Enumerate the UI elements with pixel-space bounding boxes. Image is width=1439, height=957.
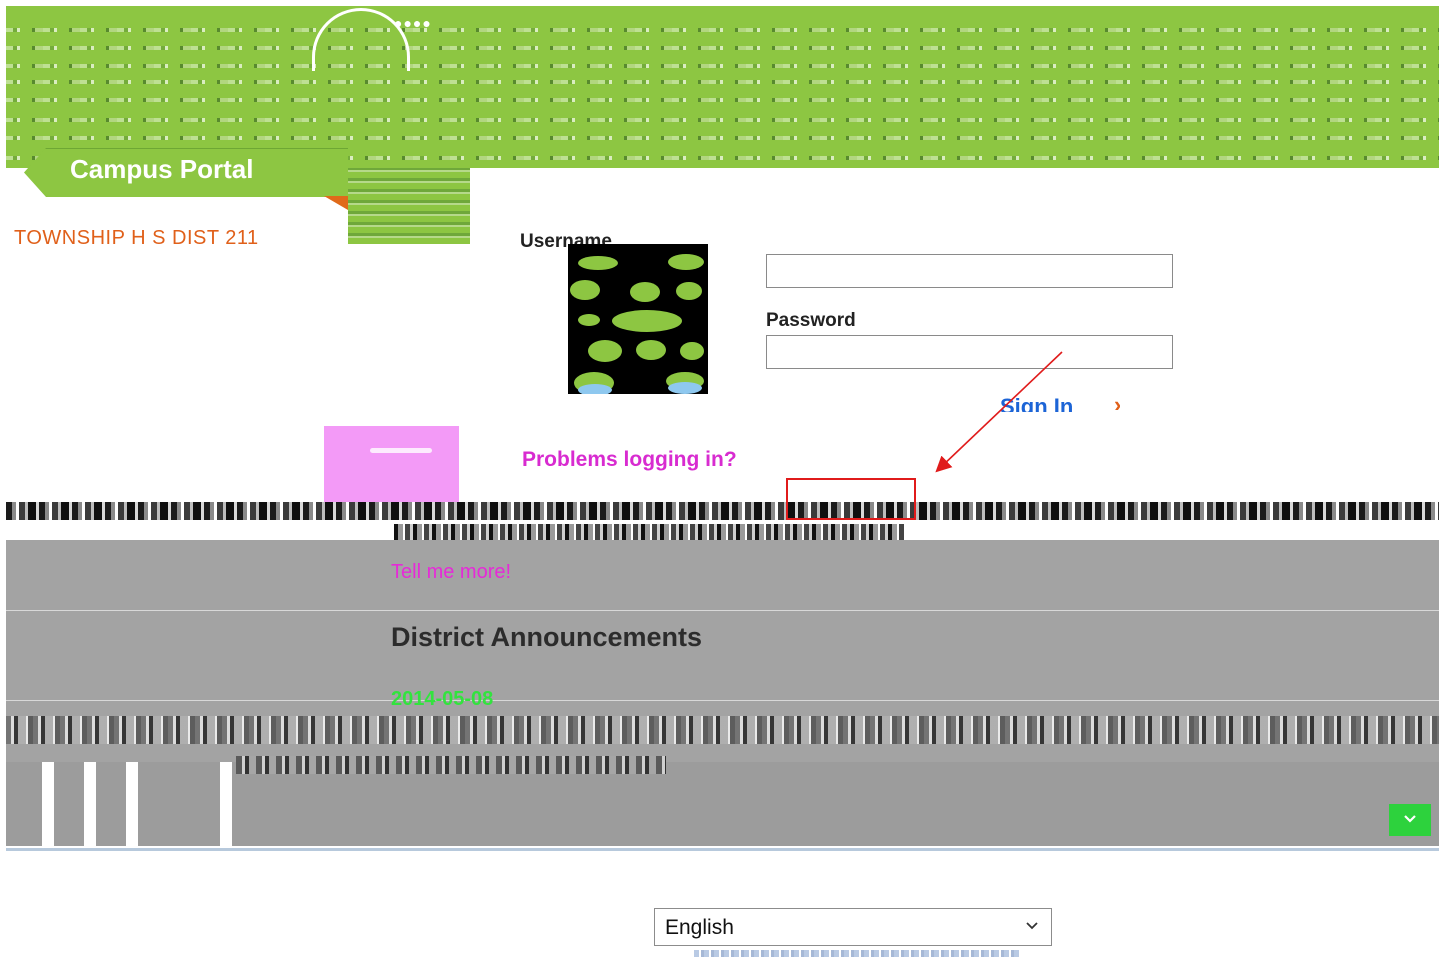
tell-me-more-link[interactable]: Tell me more! (391, 561, 511, 584)
decorative-bar (42, 762, 54, 856)
corrupted-strip (394, 524, 904, 540)
password-field[interactable] (766, 335, 1173, 369)
district-name: TOWNSHIP H S DIST 211 (14, 227, 259, 244)
campus-portal-title: Campus Portal (70, 154, 254, 184)
banner-texture (6, 64, 1439, 68)
banner-texture (6, 118, 1439, 122)
panel-divider (6, 700, 1439, 701)
decorative-bar (220, 762, 232, 856)
footer-text-strip (694, 950, 1020, 957)
username-field[interactable] (766, 254, 1173, 288)
header-banner (6, 6, 1439, 168)
sign-in-button[interactable]: Sign In (1000, 394, 1073, 412)
decorative-block (324, 426, 459, 502)
password-label: Password (766, 310, 856, 331)
banner-texture (6, 28, 1439, 32)
corrupted-strip (236, 756, 666, 774)
corrupted-strip (6, 716, 1439, 744)
problems-logging-in-link[interactable]: Problems logging in? (522, 448, 737, 472)
banner-texture (6, 46, 1439, 50)
corrupted-strip (6, 502, 1439, 520)
chevron-down-icon (1404, 815, 1416, 823)
footer-divider (6, 848, 1439, 851)
sign-in-arrow-icon: » (1114, 394, 1121, 410)
announcement-date: 2014-05-08 (391, 688, 494, 710)
banner-texture (6, 98, 1439, 102)
banner-texture (6, 136, 1439, 140)
decorative-bar (84, 762, 96, 856)
campus-portal-login-page: ●●●● Campus Portal TOWNSHIP H S DIST 211… (0, 0, 1439, 957)
logo-dots-icon: ●●●● (394, 15, 432, 31)
scroll-down-button[interactable] (1389, 804, 1431, 836)
language-select-value: English (665, 916, 734, 939)
annotation-highlight-box (786, 478, 916, 520)
language-select[interactable]: English (654, 908, 1052, 946)
banner-side-texture (348, 168, 470, 244)
district-announcements-heading: District Announcements (391, 622, 703, 652)
chevron-down-icon (1026, 922, 1038, 930)
banner-texture (6, 80, 1439, 84)
panel-divider (6, 610, 1439, 611)
tab-fold-decoration (324, 196, 348, 210)
corrupted-image (568, 244, 708, 394)
decorative-bar (126, 762, 138, 856)
